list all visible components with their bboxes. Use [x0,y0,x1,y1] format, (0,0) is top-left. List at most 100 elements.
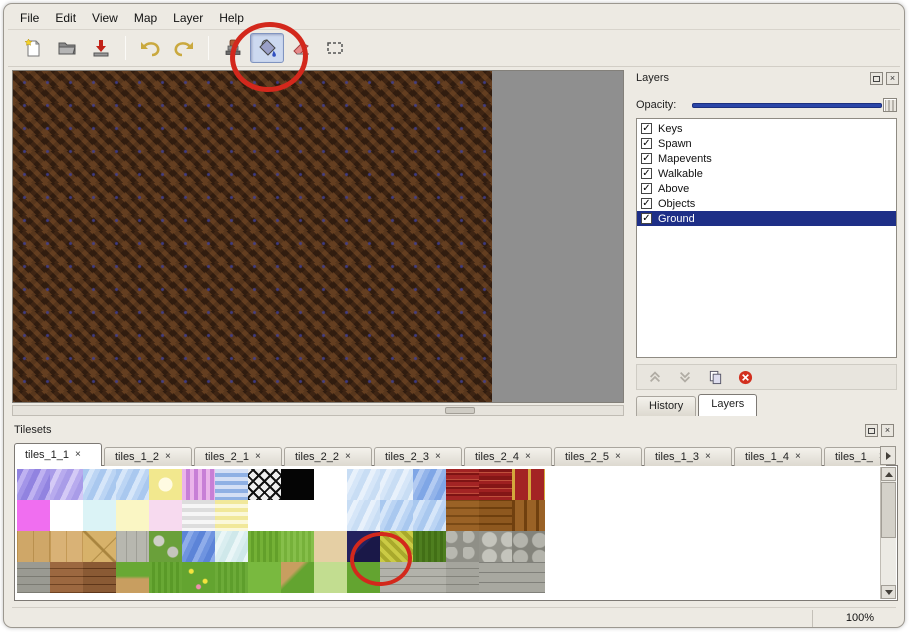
palette-tile[interactable] [479,500,512,531]
palette-tile[interactable] [116,500,149,531]
palette-tile[interactable] [50,500,83,531]
palette-tile[interactable] [512,500,545,531]
palette-tile[interactable] [413,531,446,562]
scroll-down-button[interactable] [881,585,896,599]
fill-tool-button[interactable] [250,33,284,63]
tab-close-icon[interactable]: × [255,452,261,462]
palette-tile[interactable] [116,531,149,562]
palette-tile[interactable] [215,500,248,531]
open-file-button[interactable] [50,33,84,63]
palette-tile[interactable] [182,500,215,531]
move-layer-up-button[interactable] [645,367,665,387]
redo-button[interactable] [167,33,201,63]
palette-tile[interactable] [413,562,446,593]
palette-tile[interactable] [413,500,446,531]
palette-tile[interactable] [512,469,545,500]
palette-tile[interactable] [17,500,50,531]
tab-layers[interactable]: Layers [698,394,757,416]
palette-tile[interactable] [50,469,83,500]
menu-item-map[interactable]: Map [126,8,165,28]
scroll-up-button[interactable] [881,467,896,481]
layer-row-mapevents[interactable]: ✓Mapevents [637,151,896,166]
palette-tile[interactable] [446,500,479,531]
tab-close-icon[interactable]: × [165,452,171,462]
menu-item-edit[interactable]: Edit [47,8,84,28]
palette-tile[interactable] [347,469,380,500]
tab-close-icon[interactable]: × [705,452,711,462]
tab-close-icon[interactable]: × [795,452,801,462]
palette-tile[interactable] [380,469,413,500]
close-panel-icon[interactable]: × [886,72,899,85]
tileset-tab-tiles_1_3[interactable]: tiles_1_3× [644,447,732,466]
tileset-tab-tiles_2_5[interactable]: tiles_2_5× [554,447,642,466]
palette-tile[interactable] [446,531,479,562]
layer-visibility-checkbox[interactable]: ✓ [641,183,652,194]
float-panel-icon[interactable] [865,424,878,437]
palette-tile[interactable] [215,469,248,500]
undo-button[interactable] [133,33,167,63]
layer-visibility-checkbox[interactable]: ✓ [641,213,652,224]
palette-tile[interactable] [83,500,116,531]
palette-tile[interactable] [314,531,347,562]
palette-tile[interactable] [149,531,182,562]
new-file-button[interactable] [16,33,50,63]
palette-tile[interactable] [116,562,149,593]
palette-tile[interactable] [479,562,512,593]
tileset-tab-tiles_1_2[interactable]: tiles_1_2× [104,447,192,466]
palette-tile[interactable] [380,531,413,562]
palette-tile[interactable] [281,500,314,531]
palette-tile[interactable] [479,531,512,562]
layer-row-objects[interactable]: ✓Objects [637,196,896,211]
palette-tile[interactable] [512,562,545,593]
eraser-tool-button[interactable] [284,33,318,63]
duplicate-layer-button[interactable] [705,367,725,387]
palette-tile[interactable] [314,500,347,531]
palette-tile[interactable] [149,562,182,593]
palette-tile[interactable] [413,469,446,500]
palette-tile[interactable] [182,562,215,593]
palette-tile[interactable] [50,531,83,562]
palette-tile[interactable] [281,469,314,500]
menu-item-help[interactable]: Help [211,8,252,28]
tab-close-icon[interactable]: × [615,452,621,462]
palette-tile[interactable] [17,531,50,562]
layer-row-above[interactable]: ✓Above [637,181,896,196]
palette-tile[interactable] [248,500,281,531]
palette-tile[interactable] [215,562,248,593]
tileset-tab-tiles_2_1[interactable]: tiles_2_1× [194,447,282,466]
tab-history[interactable]: History [636,396,696,416]
tab-close-icon[interactable]: × [435,452,441,462]
palette-tile[interactable] [149,500,182,531]
palette-tile[interactable] [512,531,545,562]
opacity-slider[interactable] [692,97,897,113]
stamp-tool-button[interactable] [216,33,250,63]
tileset-tab-tiles_2_4[interactable]: tiles_2_4× [464,447,552,466]
tileset-tab-tiles_1_4[interactable]: tiles_1_4× [734,447,822,466]
layer-row-walkable[interactable]: ✓Walkable [637,166,896,181]
palette-tile[interactable] [314,562,347,593]
palette-tile[interactable] [17,469,50,500]
float-panel-icon[interactable] [870,72,883,85]
palette-tile[interactable] [479,469,512,500]
palette-tile[interactable] [116,469,149,500]
menu-item-view[interactable]: View [84,8,126,28]
layer-visibility-checkbox[interactable]: ✓ [641,168,652,179]
tileset-tabs-scroll-right-button[interactable] [880,446,896,465]
tab-close-icon[interactable]: × [525,452,531,462]
palette-tile[interactable] [446,469,479,500]
palette-tile[interactable] [314,469,347,500]
palette-tile[interactable] [215,531,248,562]
palette-tile[interactable] [248,562,281,593]
save-file-button[interactable] [84,33,118,63]
palette-tile[interactable] [347,500,380,531]
select-tool-button[interactable] [318,33,352,63]
layer-visibility-checkbox[interactable]: ✓ [641,123,652,134]
palette-tile[interactable] [281,531,314,562]
layer-visibility-checkbox[interactable]: ✓ [641,153,652,164]
palette-tile[interactable] [17,562,50,593]
palette-tile[interactable] [281,562,314,593]
map-hscroll-thumb[interactable] [445,407,475,414]
palette-tile[interactable] [347,562,380,593]
close-panel-icon[interactable]: × [881,424,894,437]
palette-tile[interactable] [182,531,215,562]
